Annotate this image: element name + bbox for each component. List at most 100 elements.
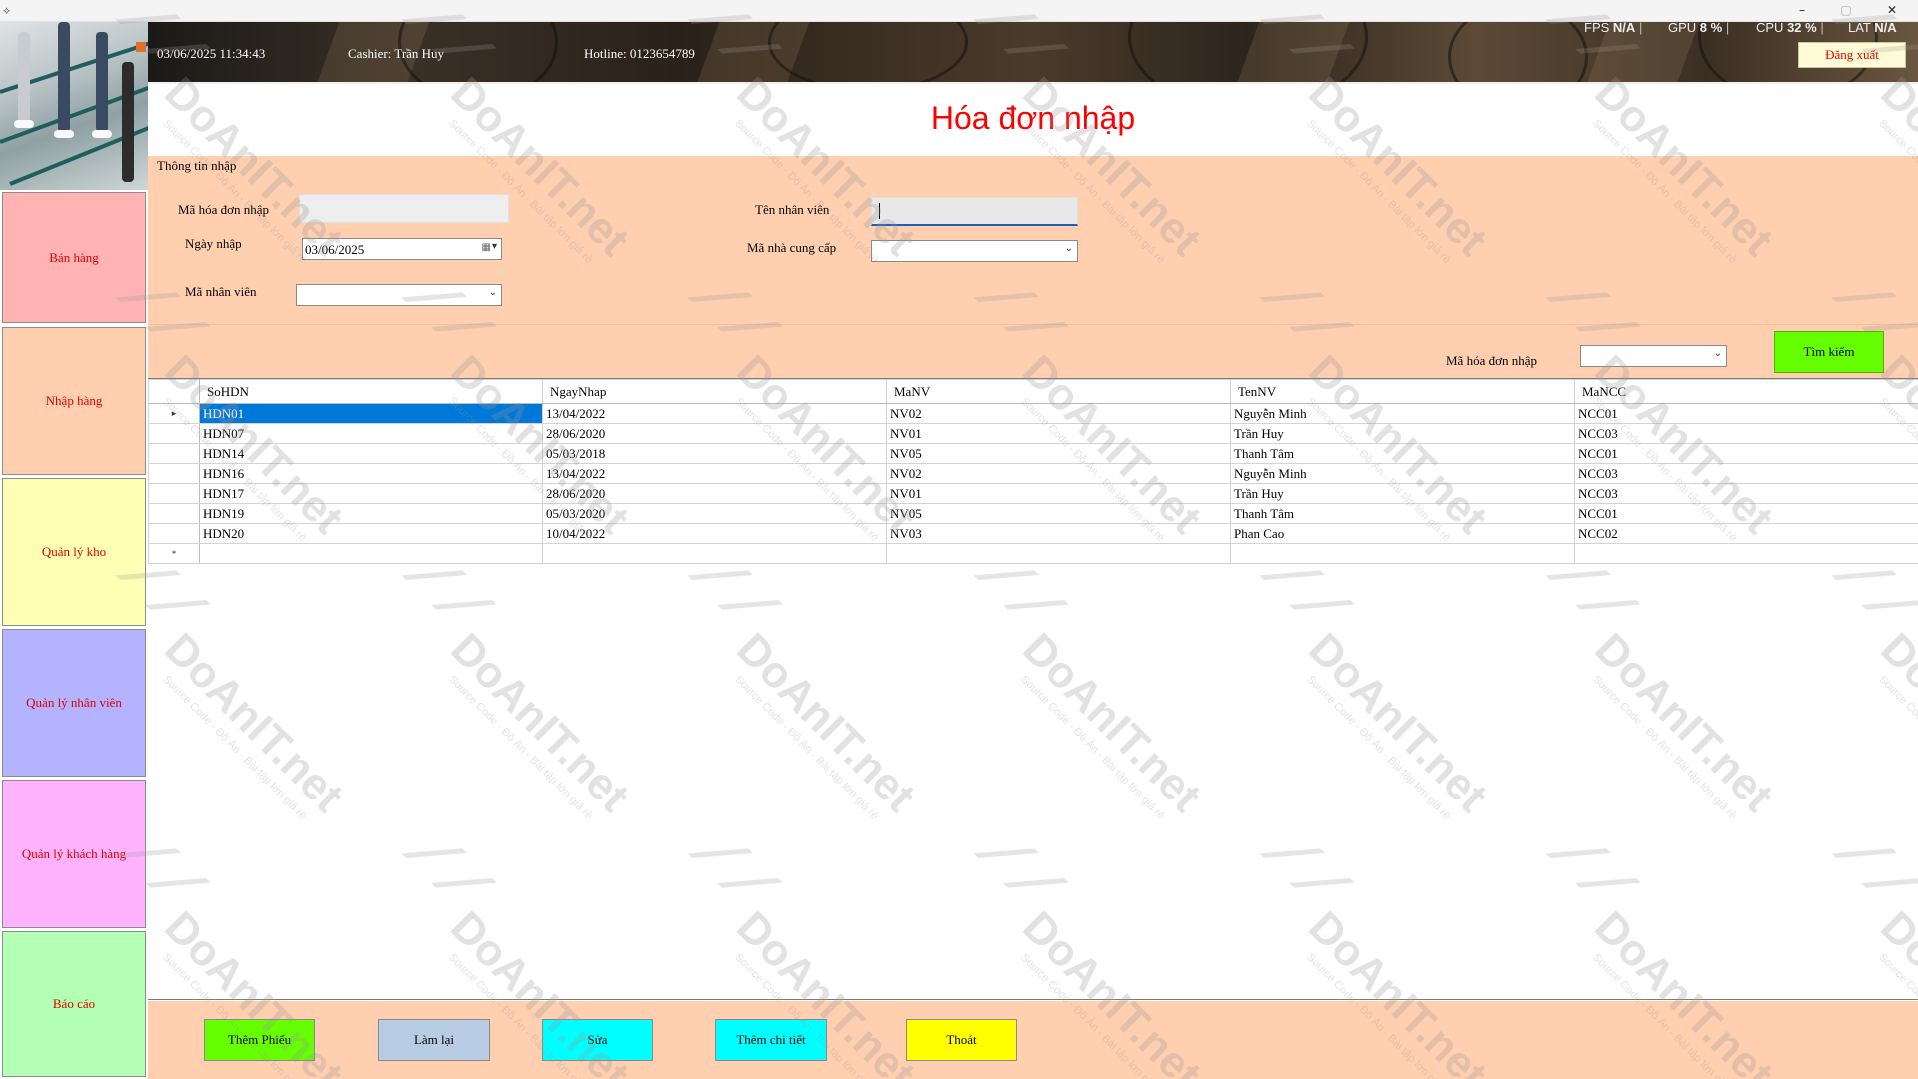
- new-cell[interactable]: [886, 543, 1231, 564]
- table-row[interactable]: HDN20 10/04/2022 NV03 Phan Cao NCC02: [148, 523, 1918, 544]
- ngay-nhap-picker[interactable]: 03/06/2025 ▦ ▾: [302, 238, 502, 260]
- nav-quan-ly-khach-hang[interactable]: Quản lý khách hàng: [2, 780, 146, 928]
- ten-nhan-vien-label: Tên nhân viên: [755, 202, 830, 217]
- edit-button[interactable]: Sửa: [542, 1019, 653, 1061]
- cell-tennv[interactable]: Nguyễn Minh: [1230, 403, 1575, 424]
- title-area: Hóa đơn nhập: [148, 86, 1918, 156]
- cell-sohdn[interactable]: HDN01: [199, 403, 543, 424]
- new-row-marker[interactable]: *: [148, 543, 200, 564]
- cell-sohdn[interactable]: HDN07: [199, 423, 543, 444]
- cell-sohdn[interactable]: HDN16: [199, 463, 543, 484]
- cell-manv[interactable]: NV01: [886, 483, 1231, 504]
- perf-cpu: CPU 32 % |: [1756, 20, 1824, 35]
- nav-ban-hang[interactable]: Bán hàng: [2, 192, 146, 323]
- column-header[interactable]: MaNCC: [1574, 379, 1918, 404]
- nav-nhap-hang[interactable]: Nhập hàng: [2, 327, 146, 475]
- column-header[interactable]: TenNV: [1230, 379, 1575, 404]
- cell-mancc[interactable]: NCC03: [1574, 463, 1918, 484]
- row-header-corner[interactable]: [148, 379, 200, 404]
- cell-tennv[interactable]: Nguyễn Minh: [1230, 463, 1575, 484]
- cell-manv[interactable]: NV03: [886, 523, 1231, 544]
- chevron-down-icon[interactable]: ⌄: [1065, 243, 1073, 254]
- cell-manv[interactable]: NV01: [886, 423, 1231, 444]
- cell-mancc[interactable]: NCC03: [1574, 483, 1918, 504]
- cell-ngaynhap[interactable]: 05/03/2018: [542, 443, 887, 464]
- cell-mancc[interactable]: NCC03: [1574, 423, 1918, 444]
- add-detail-button[interactable]: Thêm chi tiết: [715, 1019, 827, 1061]
- close-icon[interactable]: ✕: [1874, 0, 1910, 22]
- app-icon: ⟡: [3, 4, 11, 17]
- group-label: Thông tin nhập: [157, 158, 237, 173]
- table-row[interactable]: HDN19 05/03/2020 NV05 Thanh Tâm NCC01: [148, 503, 1918, 524]
- new-cell[interactable]: [542, 543, 887, 564]
- row-header[interactable]: [148, 423, 200, 444]
- cell-tennv[interactable]: Trần Huy: [1230, 483, 1575, 504]
- minimize-icon[interactable]: –: [1784, 0, 1820, 22]
- new-cell[interactable]: [1230, 543, 1575, 564]
- table-row[interactable]: HDN07 28/06/2020 NV01 Trần Huy NCC03: [148, 423, 1918, 444]
- row-header[interactable]: [148, 443, 200, 464]
- store-photo: [0, 22, 148, 190]
- nav-bao-cao[interactable]: Báo cáo: [2, 931, 146, 1077]
- ma-nhan-vien-select[interactable]: ⌄: [296, 284, 502, 306]
- column-header[interactable]: NgayNhap: [542, 379, 887, 404]
- cell-ngaynhap[interactable]: 10/04/2022: [542, 523, 887, 544]
- row-header[interactable]: [148, 463, 200, 484]
- search-button[interactable]: Tìm kiếm: [1774, 331, 1884, 373]
- cell-mancc[interactable]: NCC02: [1574, 523, 1918, 544]
- search-select[interactable]: ⌄: [1580, 345, 1727, 367]
- logout-button[interactable]: Đăng xuất: [1798, 42, 1906, 68]
- cell-ngaynhap[interactable]: 28/06/2020: [542, 423, 887, 444]
- ma-nhan-vien-label: Mã nhân viên: [185, 284, 257, 299]
- row-header[interactable]: [148, 503, 200, 524]
- cell-sohdn[interactable]: HDN17: [199, 483, 543, 504]
- maximize-icon[interactable]: ▢: [1828, 0, 1864, 22]
- ten-nhan-vien-input[interactable]: [871, 197, 1078, 226]
- new-cell[interactable]: [199, 543, 543, 564]
- cell-manv[interactable]: NV05: [886, 443, 1231, 464]
- ma-hoa-don-input[interactable]: [299, 194, 509, 223]
- ma-ncc-select[interactable]: ⌄: [871, 240, 1078, 262]
- cell-tennv[interactable]: Phan Cao: [1230, 523, 1575, 544]
- new-row[interactable]: *: [148, 543, 1918, 564]
- calendar-icon[interactable]: ▦: [482, 242, 491, 253]
- cell-sohdn[interactable]: HDN14: [199, 443, 543, 464]
- chevron-down-icon[interactable]: ⌄: [1714, 348, 1722, 359]
- current-row-marker[interactable]: ▸: [148, 403, 200, 424]
- cell-sohdn[interactable]: HDN20: [199, 523, 543, 544]
- window-title-bar: ⟡ – ▢ ✕: [0, 0, 1918, 22]
- reset-button[interactable]: Làm lại: [378, 1019, 490, 1061]
- cell-ngaynhap[interactable]: 13/04/2022: [542, 403, 887, 424]
- cashier-label: Cashier: Trần Huy: [348, 46, 445, 61]
- cell-mancc[interactable]: NCC01: [1574, 503, 1918, 524]
- new-cell[interactable]: [1574, 543, 1918, 564]
- table-row[interactable]: HDN16 13/04/2022 NV02 Nguyễn Minh NCC03: [148, 463, 1918, 484]
- row-header[interactable]: [148, 483, 200, 504]
- column-header[interactable]: MaNV: [886, 379, 1231, 404]
- cell-tennv[interactable]: Thanh Tâm: [1230, 443, 1575, 464]
- cell-ngaynhap[interactable]: 28/06/2020: [542, 483, 887, 504]
- chevron-down-icon[interactable]: ⌄: [489, 287, 497, 298]
- cell-manv[interactable]: NV02: [886, 463, 1231, 484]
- column-header[interactable]: SoHDN: [199, 379, 543, 404]
- ma-ncc-label: Mã nhà cung cấp: [747, 240, 837, 255]
- cell-tennv[interactable]: Thanh Tâm: [1230, 503, 1575, 524]
- cell-mancc[interactable]: NCC01: [1574, 403, 1918, 424]
- cell-manv[interactable]: NV02: [886, 403, 1231, 424]
- chevron-down-icon[interactable]: ▾: [492, 241, 497, 252]
- cell-ngaynhap[interactable]: 13/04/2022: [542, 463, 887, 484]
- invoice-grid[interactable]: SoHDN NgayNhap MaNV TenNV MaNCC ▸ HDN01 …: [148, 378, 1918, 1000]
- cell-tennv[interactable]: Trần Huy: [1230, 423, 1575, 444]
- nav-quan-ly-nhan-vien[interactable]: Quản lý nhân viên: [2, 629, 146, 777]
- row-header[interactable]: [148, 523, 200, 544]
- cell-manv[interactable]: NV05: [886, 503, 1231, 524]
- table-row[interactable]: HDN17 28/06/2020 NV01 Trần Huy NCC03: [148, 483, 1918, 504]
- exit-button[interactable]: Thoát: [906, 1019, 1017, 1061]
- cell-sohdn[interactable]: HDN19: [199, 503, 543, 524]
- nav-quan-ly-kho[interactable]: Quản lý kho: [2, 478, 146, 626]
- table-row[interactable]: HDN14 05/03/2018 NV05 Thanh Tâm NCC01: [148, 443, 1918, 464]
- add-invoice-button[interactable]: Thêm Phiếu: [204, 1019, 315, 1061]
- cell-ngaynhap[interactable]: 05/03/2020: [542, 503, 887, 524]
- table-row[interactable]: ▸ HDN01 13/04/2022 NV02 Nguyễn Minh NCC0…: [148, 403, 1918, 424]
- cell-mancc[interactable]: NCC01: [1574, 443, 1918, 464]
